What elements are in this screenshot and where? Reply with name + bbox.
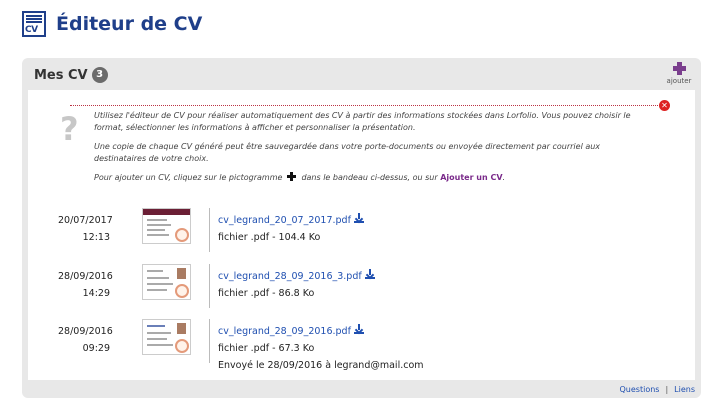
cv-row: 20/07/2017 12:13 cv_legrand_20_07_2017.p… [28, 208, 695, 258]
divider [209, 319, 210, 363]
question-mark-icon: ? [60, 110, 79, 148]
cv-date: 20/07/2017 12:13 [58, 215, 113, 243]
download-icon[interactable] [364, 269, 375, 279]
divider [209, 208, 210, 252]
app-header: CV Éditeur de CV [22, 10, 202, 38]
questions-link[interactable]: Questions [620, 385, 660, 394]
cv-date: 28/09/2016 09:29 [58, 326, 113, 354]
plus-icon [287, 172, 297, 181]
help-paragraph-1: Utilisez l'éditeur de CV pour réaliser a… [94, 111, 631, 132]
add-label: ajouter [666, 77, 692, 85]
footer-links: Questions | Liens [619, 384, 696, 394]
cv-file-info: cv_legrand_28_09_2016.pdf fichier .pdf -… [218, 323, 424, 374]
add-cv-button[interactable]: ajouter [663, 62, 695, 88]
download-icon[interactable] [353, 213, 364, 223]
help-paragraph-2: Une copie de chaque CV généré peut être … [94, 142, 601, 163]
help-text: Utilisez l'éditeur de CV pour réaliser a… [94, 110, 654, 191]
cv-file-link[interactable]: cv_legrand_28_09_2016.pdf [218, 326, 351, 337]
cv-file-link[interactable]: cv_legrand_20_07_2017.pdf [218, 215, 351, 226]
cv-file-size: fichier .pdf - 104.4 Ko [218, 232, 321, 243]
links-link[interactable]: Liens [674, 385, 695, 394]
page-title: Éditeur de CV [56, 13, 203, 35]
cv-file-link[interactable]: cv_legrand_28_09_2016_3.pdf [218, 271, 362, 282]
cv-file-size: fichier .pdf - 86.8 Ko [218, 288, 315, 299]
cv-thumbnail[interactable] [142, 319, 191, 355]
cv-file-info: cv_legrand_20_07_2017.pdf fichier .pdf -… [218, 212, 364, 246]
cv-row: 28/09/2016 14:29 cv_legrand_28_09_2016_3… [28, 264, 695, 314]
download-icon[interactable] [353, 324, 364, 334]
cv-thumbnail[interactable] [142, 208, 191, 244]
divider [209, 264, 210, 308]
cv-sent-info: Envoyé le 28/09/2016 à legrand@mail.com [218, 360, 424, 371]
plus-icon [673, 62, 686, 75]
cv-logo-icon: CV [22, 11, 46, 37]
panel-content: ? ✕ Utilisez l'éditeur de CV pour réalis… [28, 90, 695, 380]
add-cv-link[interactable]: Ajouter un CV [440, 173, 502, 182]
panel-title: Mes CV 3 [34, 67, 108, 83]
cv-file-size: fichier .pdf - 67.3 Ko [218, 343, 315, 354]
cv-file-info: cv_legrand_28_09_2016_3.pdf fichier .pdf… [218, 268, 375, 302]
cv-row: 28/09/2016 09:29 cv_legrand_28_09_2016.p… [28, 319, 695, 375]
help-box: ? ✕ Utilisez l'éditeur de CV pour réalis… [60, 100, 670, 185]
help-paragraph-3: Pour ajouter un CV, cliquez sur le picto… [94, 172, 506, 182]
cv-date: 28/09/2016 14:29 [58, 271, 113, 299]
cv-panel: Mes CV 3 ajouter ? ✕ Utilisez l'éditeur … [22, 58, 701, 398]
panel-title-label: Mes CV [34, 67, 88, 83]
cv-thumbnail[interactable] [142, 264, 191, 300]
count-badge: 3 [91, 67, 108, 83]
close-icon[interactable]: ✕ [659, 100, 670, 111]
